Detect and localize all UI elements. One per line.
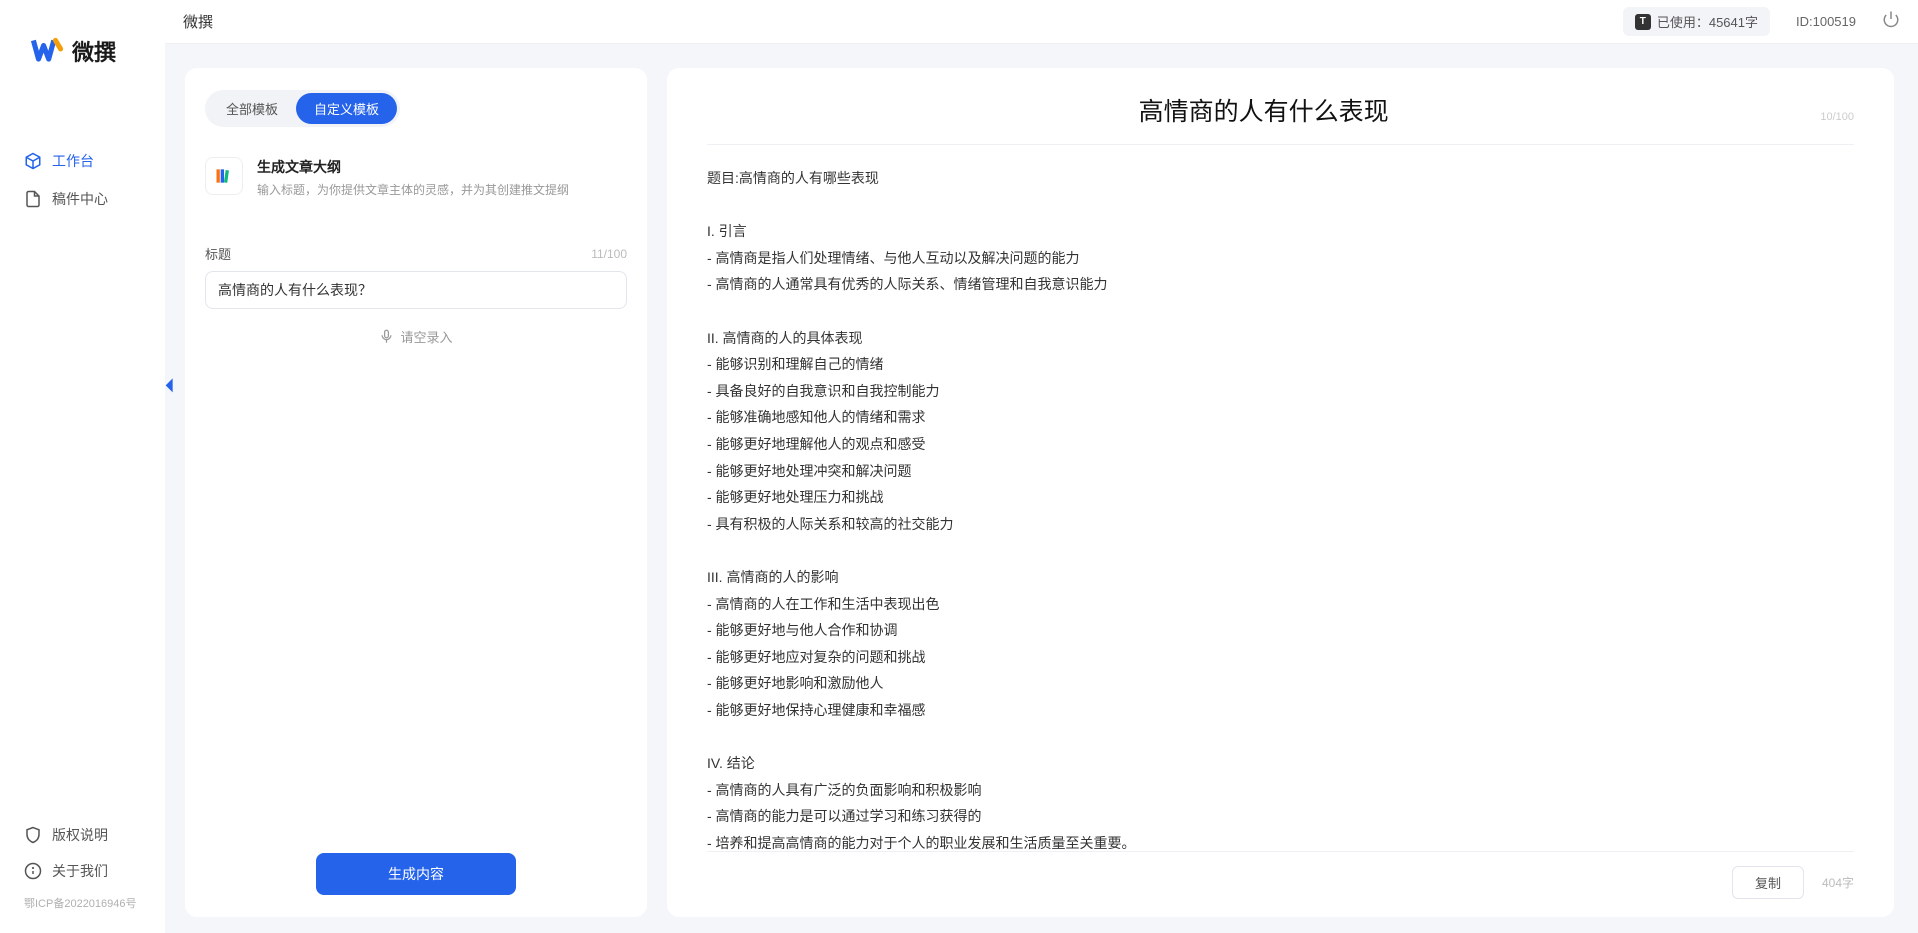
input-panel: 全部模板 自定义模板 生成文章大纲 输入标题，为你提供文章主体的灵感，并为其创建… (185, 68, 647, 917)
template-icon (205, 157, 243, 195)
logo-text: 微撰 (72, 35, 116, 67)
usage-label: 已使用：45641字 (1657, 12, 1758, 31)
icp-text: 鄂ICP备2022016946号 (0, 889, 165, 911)
logo-icon (30, 37, 64, 65)
topbar: 微撰 T 已使用：45641字 ID:100519 (165, 0, 1918, 44)
template-desc: 输入标题，为你提供文章主体的灵感，并为其创建推文提纲 (257, 181, 569, 198)
nav-label: 工作台 (52, 151, 94, 171)
power-button[interactable] (1882, 10, 1900, 33)
title-input[interactable] (205, 271, 627, 309)
text-badge-icon: T (1635, 14, 1651, 30)
main: 微撰 T 已使用：45641字 ID:100519 全部模板 自定义模板 (165, 0, 1918, 933)
voice-hint-text: 请空录入 (400, 327, 452, 346)
user-id: ID:100519 (1796, 14, 1856, 29)
output-title: 高情商的人有什么表现 (707, 92, 1820, 128)
usage-badge[interactable]: T 已使用：45641字 (1623, 7, 1770, 36)
template-tabs: 全部模板 自定义模板 (205, 90, 400, 127)
power-icon (1882, 10, 1900, 28)
field-counter: 11/100 (591, 247, 627, 261)
books-icon (214, 166, 234, 186)
template-title: 生成文章大纲 (257, 157, 569, 177)
sidebar: 微撰 工作台 稿件中心 版权说明 关于我们 鄂ICP备2022016946号 (0, 0, 165, 933)
tab-custom-templates[interactable]: 自定义模板 (296, 93, 397, 124)
sidebar-item-about[interactable]: 关于我们 (0, 853, 165, 889)
template-card: 生成文章大纲 输入标题，为你提供文章主体的灵感，并为其创建推文提纲 (205, 149, 627, 218)
voice-input-hint[interactable]: 请空录入 (205, 327, 627, 346)
sidebar-item-workspace[interactable]: 工作台 (0, 142, 165, 180)
word-count: 404字 (1822, 874, 1854, 891)
sidebar-item-copyright[interactable]: 版权说明 (0, 817, 165, 853)
sidebar-item-drafts[interactable]: 稿件中心 (0, 180, 165, 218)
info-icon (24, 862, 42, 880)
generate-button[interactable]: 生成内容 (316, 853, 516, 895)
nav-label: 关于我们 (52, 861, 108, 881)
field-label: 标题 (205, 244, 231, 263)
caret-left-icon (161, 376, 175, 395)
document-icon (24, 190, 42, 208)
output-title-counter: 10/100 (1820, 111, 1854, 123)
shield-icon (24, 826, 42, 844)
nav-label: 版权说明 (52, 825, 108, 845)
output-body[interactable]: 题目:高情商的人有哪些表现 I. 引言 - 高情商是指人们处理情绪、与他人互动以… (707, 165, 1854, 851)
app-title: 微撰 (183, 11, 213, 32)
microphone-icon (379, 329, 394, 344)
copy-button[interactable]: 复制 (1732, 866, 1804, 899)
sidebar-collapse-handle[interactable] (161, 375, 175, 395)
tab-all-templates[interactable]: 全部模板 (208, 93, 296, 124)
output-panel: 高情商的人有什么表现 10/100 题目:高情商的人有哪些表现 I. 引言 - … (667, 68, 1894, 917)
logo[interactable]: 微撰 (0, 0, 165, 92)
nav-label: 稿件中心 (52, 189, 108, 209)
cube-icon (24, 152, 42, 170)
nav: 工作台 稿件中心 (0, 92, 165, 218)
